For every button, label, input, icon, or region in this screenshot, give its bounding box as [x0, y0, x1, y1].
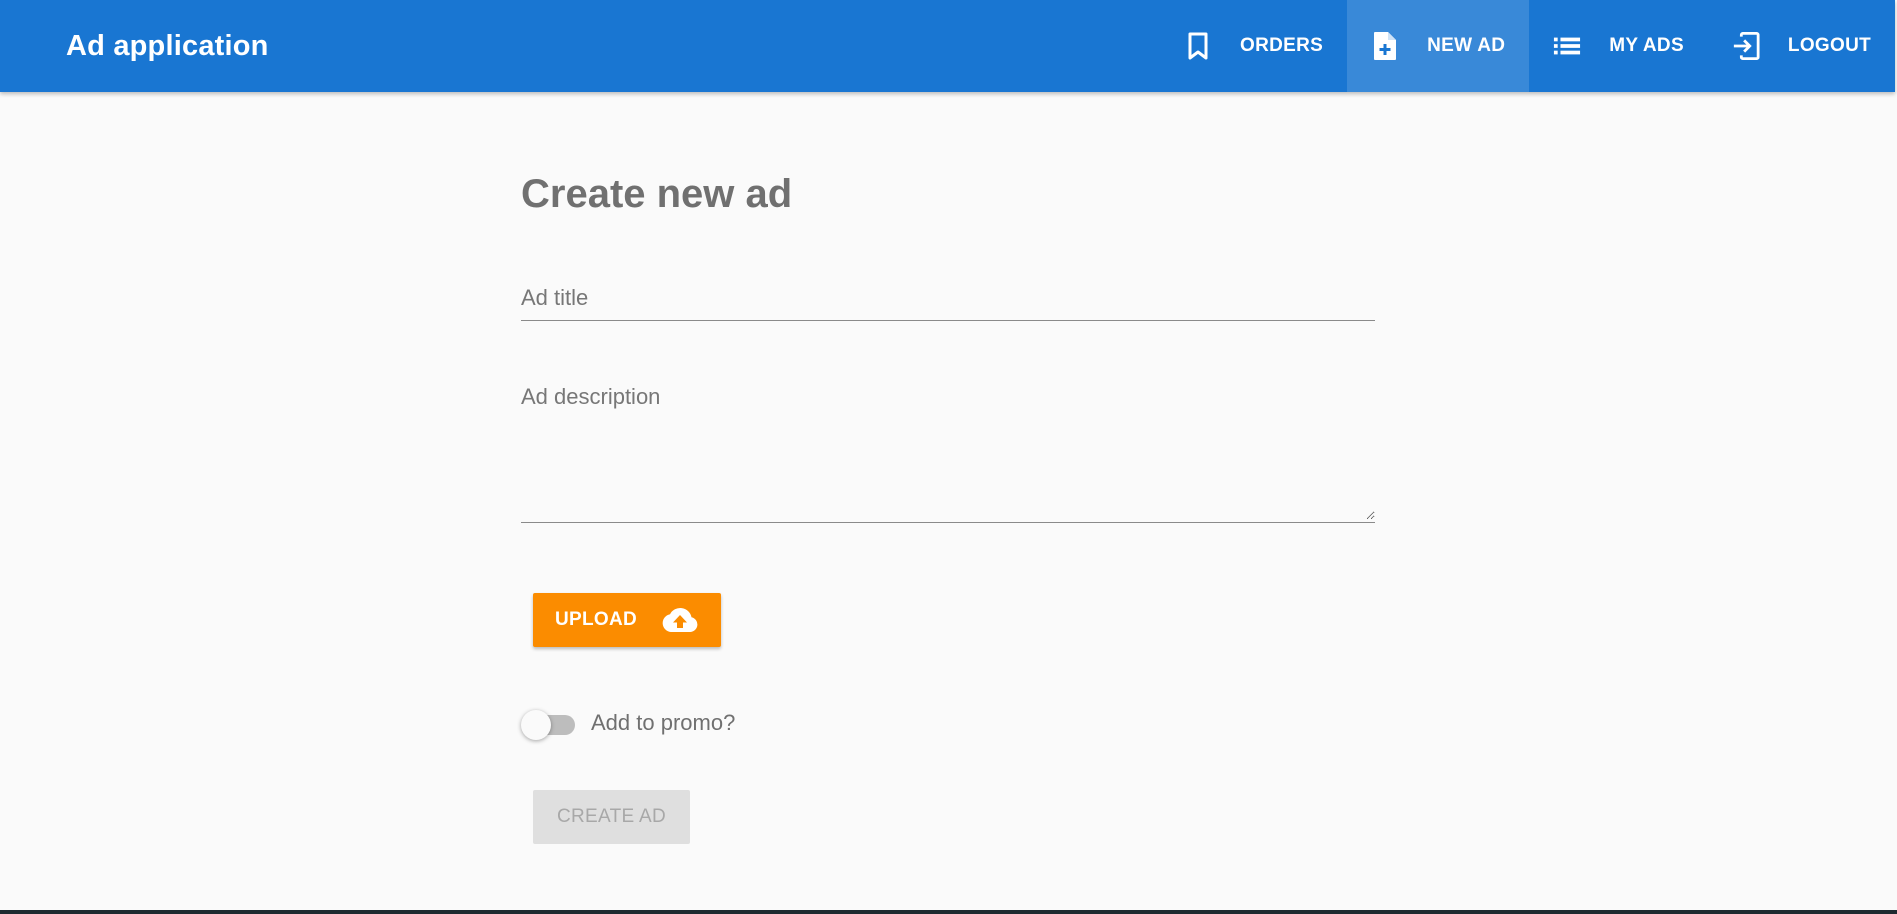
promo-label: Add to promo? — [591, 710, 736, 735]
note-add-icon — [1371, 32, 1399, 60]
create-ad-button[interactable]: CREATE AD — [533, 790, 690, 844]
promo-switch-row: Add to promo? — [521, 703, 735, 743]
page-title: Create new ad — [521, 172, 793, 216]
main-nav: ORDERS NEW AD MY ADS LOGOUT — [1160, 0, 1895, 92]
ad-title-input[interactable] — [521, 272, 1375, 320]
ad-description-field — [521, 374, 1375, 523]
nav-item-label: ORDERS — [1240, 35, 1324, 56]
promo-toggle[interactable] — [521, 708, 577, 740]
nav-item-label: MY ADS — [1609, 35, 1684, 56]
upload-button[interactable]: UPLOAD — [533, 593, 721, 647]
top-toolbar: Ad application ORDERS NEW AD MY ADS LOGO… — [0, 0, 1895, 92]
ad-title-field — [521, 272, 1375, 321]
app-title[interactable]: Ad application — [66, 0, 269, 92]
nav-item-new-ad[interactable]: NEW AD — [1347, 0, 1530, 92]
nav-item-orders[interactable]: ORDERS — [1160, 0, 1347, 92]
upload-button-label: UPLOAD — [554, 609, 638, 630]
app-viewport: Ad application ORDERS NEW AD MY ADS LOGO… — [0, 0, 1897, 910]
ad-description-input[interactable] — [521, 374, 1375, 520]
toggle-thumb — [521, 710, 551, 740]
exit-to-app-icon — [1732, 32, 1760, 60]
nav-item-label: LOGOUT — [1787, 35, 1871, 56]
nav-item-my-ads[interactable]: MY ADS — [1529, 0, 1708, 92]
nav-item-label: NEW AD — [1427, 35, 1506, 56]
list-icon — [1553, 32, 1581, 60]
nav-item-logout[interactable]: LOGOUT — [1708, 0, 1895, 92]
cloud-upload-icon — [661, 607, 699, 633]
bookmark-icon — [1184, 32, 1212, 60]
